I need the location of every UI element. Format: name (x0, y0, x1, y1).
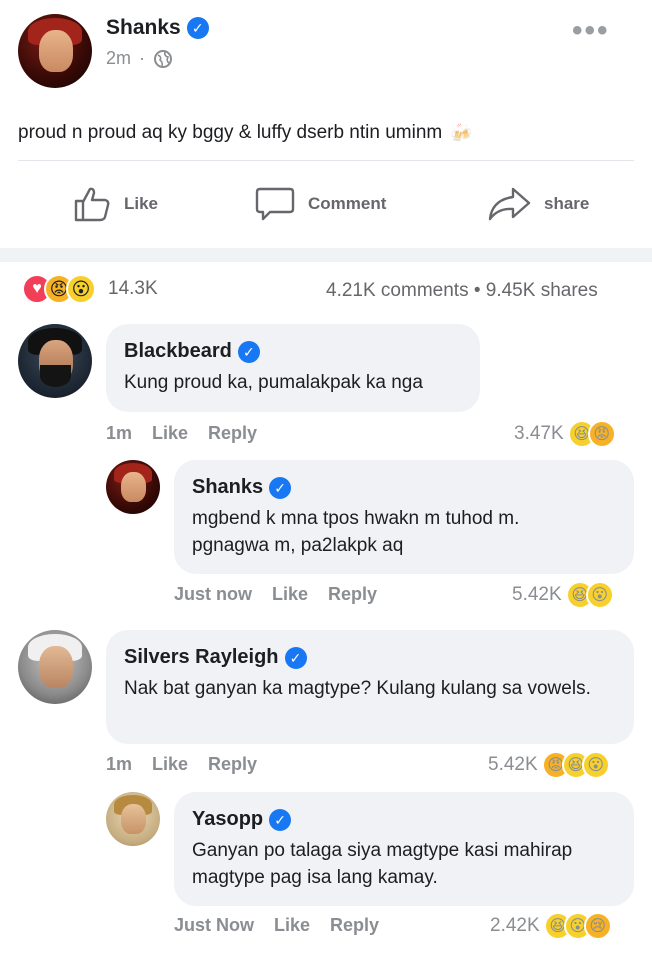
comment-bubble: Silvers Rayleigh ✓ Nak bat ganyan ka mag… (106, 630, 634, 744)
thumbs-up-icon (74, 187, 110, 222)
comment-actions: 1m Like Reply (106, 423, 257, 444)
post-divider (18, 160, 634, 161)
commenter-name-row: Yasopp ✓ (192, 808, 616, 831)
commenter-avatar[interactable] (18, 630, 92, 704)
comment-button[interactable]: Comment (254, 185, 386, 223)
commenter-avatar[interactable] (106, 460, 160, 514)
comment-like-button[interactable]: Like (152, 754, 188, 775)
comment-reply-button[interactable]: Reply (328, 584, 377, 605)
more-options-icon[interactable]: ••• (572, 14, 610, 48)
comment-time[interactable]: Just Now (174, 915, 254, 936)
post-author-name-row: Shanks ✓ (106, 16, 209, 40)
commenter-avatar[interactable] (106, 792, 160, 846)
comment-reply-button[interactable]: Reply (208, 423, 257, 444)
wow-reaction-icon: 😮 (581, 751, 610, 779)
comment-reaction-count: 3.47K (514, 423, 564, 444)
like-label: Like (124, 194, 159, 213)
comment-bubble: Shanks ✓ mgbend k mna tpos hwakn m tuhod… (174, 460, 634, 574)
comment-like-button[interactable]: Like (152, 423, 188, 444)
comment-reactions[interactable]: 2.42K 😆 😮 😢 (490, 912, 612, 940)
comment-time[interactable]: 1m (106, 754, 132, 775)
wow-reaction-icon: 😮 (585, 581, 614, 609)
post-meta: 2m · (106, 48, 173, 69)
post-text: proud n proud aq ky bggy & luffy dserb n… (18, 122, 443, 143)
comment-time[interactable]: 1m (106, 423, 132, 444)
post-text-row: proud n proud aq ky bggy & luffy dserb n… (18, 122, 473, 144)
comment-text: mgbend k mna tpos hwakn m tuhod m. pgnag… (192, 508, 520, 556)
verified-badge-icon: ✓ (186, 17, 209, 39)
comment-time[interactable]: Just now (174, 584, 252, 605)
share-button[interactable]: share (486, 185, 589, 223)
comment-reactions[interactable]: 3.47K 😆 😡 (514, 420, 616, 448)
comment-bubble: Yasopp ✓ Ganyan po talaga siya magtype k… (174, 792, 634, 906)
comment-text: Kung proud ka, pumalakpak ka nga (124, 372, 423, 393)
commenter-name[interactable]: Shanks (192, 476, 263, 499)
comment-actions: Just Now Like Reply (174, 915, 379, 936)
comment-actions: Just now Like Reply (174, 584, 377, 605)
comment-reply-button[interactable]: Reply (208, 754, 257, 775)
comment-reaction-count: 2.42K (490, 915, 540, 936)
comment-label: Comment (308, 194, 387, 213)
commenter-avatar[interactable] (18, 324, 92, 398)
comment-like-button[interactable]: Like (272, 584, 308, 605)
globe-icon (154, 49, 173, 68)
comment-bubble: Blackbeard ✓ Kung proud ka, pumalakpak k… (106, 324, 480, 412)
share-label: share (544, 194, 590, 213)
comment-reply-button[interactable]: Reply (330, 915, 379, 936)
commenter-name-row: Shanks ✓ (192, 476, 616, 499)
meta-separator: · (139, 48, 146, 68)
comment-icon (255, 187, 295, 221)
post-author-avatar[interactable] (18, 14, 92, 88)
verified-badge-icon: ✓ (237, 340, 260, 363)
reaction-count: 14.3K (108, 278, 158, 299)
comment-reaction-count: 5.42K (488, 754, 538, 775)
comment-actions: 1m Like Reply (106, 754, 257, 775)
post-author-name[interactable]: Shanks (106, 16, 181, 40)
share-arrow-icon (488, 187, 531, 221)
commenter-name-row: Silvers Rayleigh ✓ (124, 646, 616, 669)
comments-shares-count[interactable]: 4.21K comments • 9.45K shares (326, 280, 598, 302)
verified-badge-icon: ✓ (269, 808, 292, 831)
comment-text: Ganyan po talaga siya magtype kasi mahir… (192, 840, 573, 888)
commenter-name-row: Blackbeard ✓ (124, 340, 462, 363)
verified-badge-icon: ✓ (284, 646, 307, 669)
wow-reaction-icon: 😮 (66, 274, 96, 304)
section-separator (0, 248, 652, 262)
commenter-name[interactable]: Yasopp (192, 808, 263, 831)
angry-reaction-icon: 😡 (587, 420, 616, 448)
commenter-name[interactable]: Blackbeard (124, 340, 232, 363)
post-time[interactable]: 2m (106, 48, 131, 69)
beer-emoji-icon: 🍻 (450, 122, 473, 143)
sad-reaction-icon: 😢 (583, 912, 612, 940)
post-reactions[interactable]: ♥ 😡 😮 14.3K (22, 274, 158, 304)
commenter-name[interactable]: Silvers Rayleigh (124, 646, 279, 669)
comment-reaction-count: 5.42K (512, 584, 562, 605)
verified-badge-icon: ✓ (269, 476, 292, 499)
comment-like-button[interactable]: Like (274, 915, 310, 936)
like-button[interactable]: Like (72, 185, 158, 223)
comment-reactions[interactable]: 5.42K 😆 😮 (512, 581, 614, 609)
comment-reactions[interactable]: 5.42K 😡 😆 😮 (488, 751, 610, 779)
comment-text: Nak bat ganyan ka magtype? Kulang kulang… (124, 678, 591, 699)
